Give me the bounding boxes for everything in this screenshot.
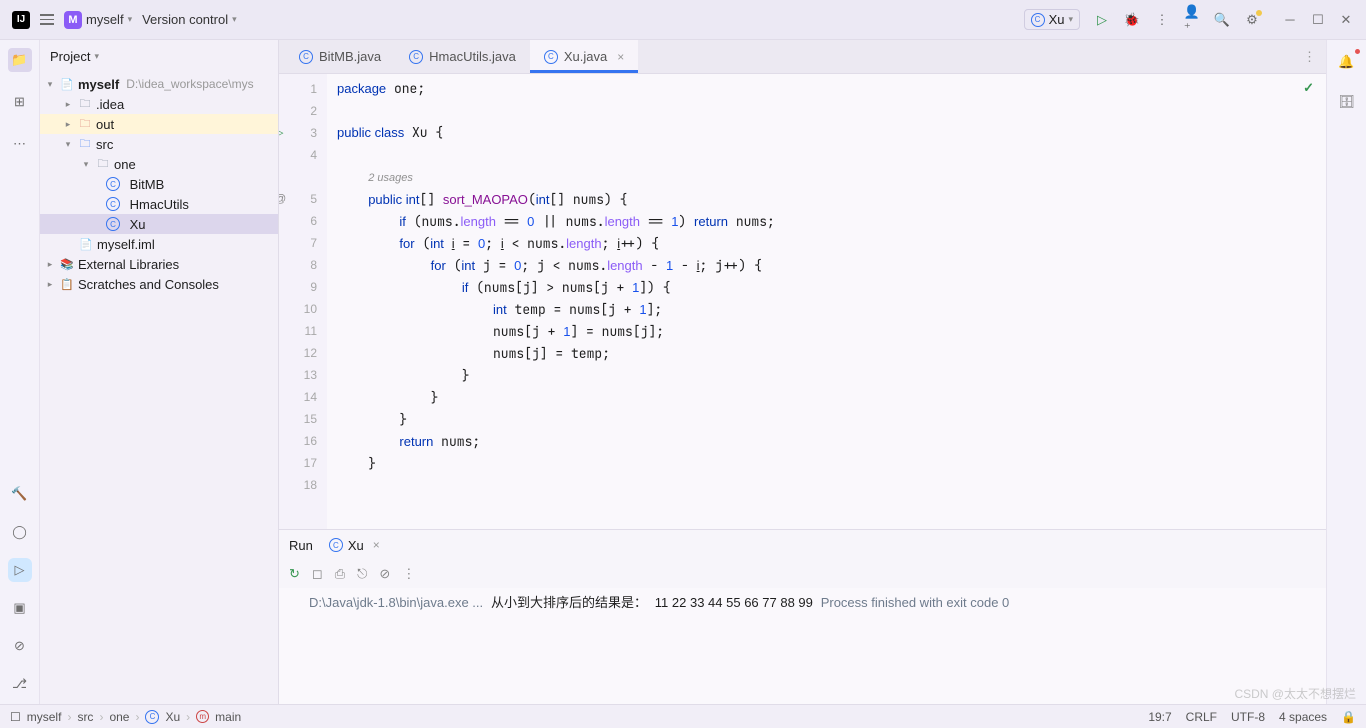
clear-all-icon[interactable]: ⊘ [379,566,390,582]
dump-threads-icon[interactable]: ⎙ [335,566,345,582]
debug-button[interactable]: 🐞 [1124,12,1140,28]
code-with-me-icon[interactable]: 👤⁺ [1184,12,1200,28]
class-icon: C [299,50,313,64]
more-actions-button[interactable]: ⋮ [1154,12,1170,28]
tree-node-src[interactable]: ▾🗀src [40,134,278,154]
project-name-label: myself [86,12,124,27]
database-tool-icon[interactable]: 🗄 [1335,90,1359,114]
code-editor[interactable]: package one; public class Xu { 2 usages … [327,74,1326,529]
tab-xu[interactable]: CXu.java× [530,40,638,73]
inspection-ok-icon[interactable]: ✓ [1303,80,1314,96]
crumb-xu[interactable]: Xu [165,710,180,724]
settings-icon[interactable]: ⚙ [1244,12,1260,28]
right-tool-rail: 🔔 🗄 [1326,40,1366,704]
chevron-down-icon: ▾ [1068,14,1073,25]
status-bar: ☐ myself› src› one› C Xu› m main 19:7 CR… [0,704,1366,728]
close-button[interactable]: ✕ [1338,12,1354,28]
chevron-down-icon: ▾ [94,51,99,62]
tree-node-iml[interactable]: 📄myself.iml [40,234,278,254]
chevron-down-icon: ▾ [128,14,133,25]
titlebar: IJ M myself ▾ Version control ▾ C Xu ▾ ▷… [0,0,1366,40]
watermark-text: CSDN @太太不想摆烂 [1234,685,1356,702]
project-badge-icon: M [64,11,82,29]
crumb-src[interactable]: src [77,710,93,724]
run-config-label: Xu [1049,12,1065,27]
terminal-tool-icon[interactable]: ▣ [8,596,32,620]
run-panel: Run C Xu × ↻ ◻ ⎙ ⎋ ⊘ ⋮ D:\Java\jdk-1.8\b… [279,529,1326,704]
run-config-selector[interactable]: C Xu ▾ [1024,9,1080,30]
run-button[interactable]: ▷ [1094,12,1110,28]
git-tool-icon[interactable]: ⎇ [8,672,32,696]
class-icon: C [544,50,558,64]
problems-tool-icon[interactable]: ⊘ [8,634,32,658]
editor-area: CBitMB.java CHmacUtils.java CXu.java× ⋮ … [279,40,1326,704]
method-icon: m [196,710,209,723]
crumb-one[interactable]: one [109,710,129,724]
class-icon: C [106,177,120,191]
close-tab-icon[interactable]: × [373,538,380,552]
intellij-logo-icon: IJ [12,11,30,29]
more-icon[interactable]: ⋮ [402,566,415,582]
crumb-project[interactable]: myself [27,710,62,724]
tab-bitmb[interactable]: CBitMB.java [285,40,395,73]
chevron-down-icon: ▾ [232,14,237,25]
class-icon: C [106,197,120,211]
exit-icon[interactable]: ⎋ [357,566,367,582]
minimize-button[interactable]: ─ [1282,12,1298,28]
class-icon: C [106,217,120,231]
structure-tool-icon[interactable]: ⊞ [8,90,32,114]
run-tool-icon[interactable]: ▷ [8,558,32,582]
class-icon: C [409,50,423,64]
crumb-main[interactable]: main [215,710,241,724]
main-menu-button[interactable] [40,14,54,25]
vcs-selector[interactable]: Version control ▾ [142,12,237,27]
editor-gutter: 1234 56789101112131415161718 [279,74,327,529]
cursor-position[interactable]: 19:7 [1148,710,1171,724]
rerun-button[interactable]: ↻ [289,566,300,582]
run-toolbar: ↻ ◻ ⎙ ⎋ ⊘ ⋮ [279,560,1326,588]
console-output[interactable]: D:\Java\jdk-1.8\bin\java.exe ... 从小到大排序后… [279,588,1326,704]
tabs-more-icon[interactable]: ⋮ [1293,40,1326,73]
project-panel: Project ▾ ▾📄 myself D:\idea_workspace\my… [40,40,279,704]
more-tools-icon[interactable]: ⋯ [8,132,32,156]
indent-setting[interactable]: 4 spaces [1279,710,1327,724]
project-panel-title: Project [50,49,90,64]
project-panel-header[interactable]: Project ▾ [40,40,278,72]
services-tool-icon[interactable]: ◯ [8,520,32,544]
line-separator[interactable]: CRLF [1186,710,1217,724]
editor-tabs: CBitMB.java CHmacUtils.java CXu.java× ⋮ [279,40,1326,74]
tree-node-scratches[interactable]: ▸📋Scratches and Consoles [40,274,278,294]
tab-hmacutils[interactable]: CHmacUtils.java [395,40,530,73]
class-icon: C [329,538,343,552]
search-icon[interactable]: 🔍 [1214,12,1230,28]
vcs-label: Version control [142,12,228,27]
file-encoding[interactable]: UTF-8 [1231,710,1265,724]
class-icon: C [1031,13,1045,27]
run-panel-title[interactable]: Run [289,538,313,553]
project-selector[interactable]: M myself ▾ [64,11,132,29]
tree-node-ext-libs[interactable]: ▸📚External Libraries [40,254,278,274]
tree-node-bitmb[interactable]: C BitMB [40,174,278,194]
tree-node-root[interactable]: ▾📄 myself D:\idea_workspace\mys [40,74,278,94]
notifications-icon[interactable]: 🔔 [1335,50,1359,74]
project-tree: ▾📄 myself D:\idea_workspace\mys ▸🗀.idea … [40,72,278,704]
project-tool-icon[interactable]: 📁 [8,48,32,72]
tree-node-idea[interactable]: ▸🗀.idea [40,94,278,114]
left-tool-rail: 📁 ⊞ ⋯ 🔨 ◯ ▷ ▣ ⊘ ⎇ [0,40,40,704]
run-panel-config-tab[interactable]: C Xu × [329,538,380,553]
close-tab-icon[interactable]: × [617,50,624,64]
build-tool-icon[interactable]: 🔨 [8,482,32,506]
root-path: D:\idea_workspace\mys [126,77,253,91]
readonly-lock-icon[interactable]: 🔒 [1341,710,1356,724]
tree-node-hmac[interactable]: C HmacUtils [40,194,278,214]
tree-node-xu[interactable]: C Xu [40,214,278,234]
stop-button[interactable]: ◻ [312,566,323,582]
root-name: myself [78,77,119,92]
tree-node-out[interactable]: ▸🗀out [40,114,278,134]
class-icon: C [145,710,159,724]
tree-node-one[interactable]: ▾🗀one [40,154,278,174]
maximize-button[interactable]: ☐ [1310,12,1326,28]
